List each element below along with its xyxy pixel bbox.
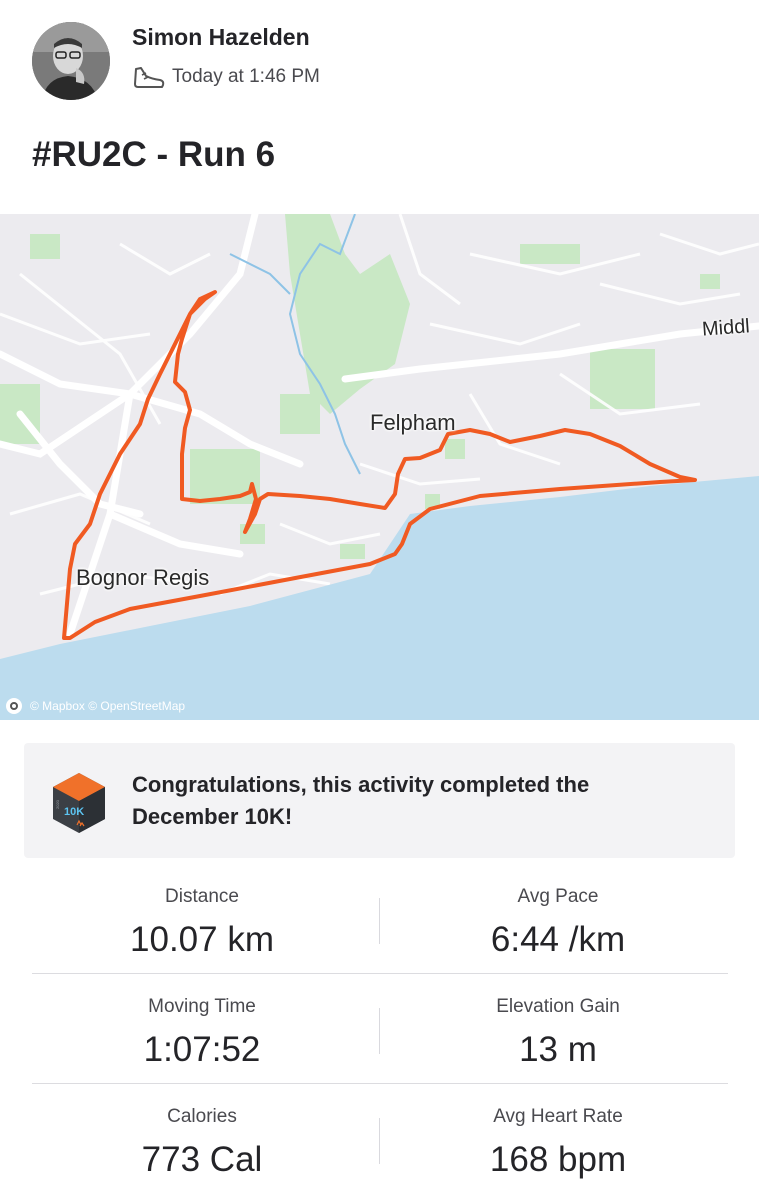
stat-divider (379, 1008, 380, 1054)
route-map[interactable]: Felpham Bognor Regis Middl © Mapbox © Op… (0, 214, 759, 720)
badge-year: 2020 (55, 799, 60, 809)
avatar-photo (32, 22, 110, 100)
achievement-banner[interactable]: 10K 2020 Congratulations, this activity … (24, 743, 735, 858)
stat-distance: Distance 10.07 km (32, 884, 372, 960)
stat-label: Elevation Gain (496, 996, 620, 1017)
map-label-road: Middl (701, 315, 751, 341)
challenge-badge-icon: 10K 2020 (53, 773, 105, 833)
stat-value: 13 m (519, 1030, 597, 1069)
stat-calories: Calories 773 Cal (32, 1104, 372, 1180)
attribution-text: © Mapbox © OpenStreetMap (30, 699, 186, 713)
map-attribution[interactable]: © Mapbox © OpenStreetMap (6, 698, 185, 714)
shoe-icon (134, 67, 165, 88)
stat-row-divider (32, 1083, 728, 1084)
activity-title[interactable]: #RU2C - Run 6 (32, 135, 275, 175)
stat-divider (379, 1118, 380, 1164)
stat-row-divider (32, 973, 728, 974)
stat-value: 168 bpm (489, 1140, 627, 1179)
activity-timestamp: Today at 1:46 PM (172, 66, 320, 87)
stat-elevation-gain: Elevation Gain 13 m (388, 994, 728, 1070)
map-label-bognor-regis: Bognor Regis (76, 565, 210, 590)
stat-label: Calories (167, 1106, 237, 1127)
map-canvas (0, 214, 759, 720)
mapbox-logo-icon[interactable] (6, 698, 22, 714)
achievement-text: Congratulations, this activity completed… (132, 772, 590, 829)
stat-label: Avg Pace (517, 886, 599, 907)
stat-value: 773 Cal (141, 1140, 263, 1179)
stat-label: Avg Heart Rate (493, 1106, 623, 1127)
stat-label: Moving Time (148, 996, 256, 1017)
stat-value: 1:07:52 (143, 1030, 261, 1069)
athlete-name[interactable]: Simon Hazelden (132, 24, 310, 51)
stat-avg-heart-rate: Avg Heart Rate 168 bpm (388, 1104, 728, 1180)
stat-moving-time: Moving Time 1:07:52 (32, 994, 372, 1070)
activity-meta: Today at 1:46 PM (132, 62, 320, 92)
stat-avg-pace: Avg Pace 6:44 /km (388, 884, 728, 960)
stat-divider (379, 898, 380, 944)
badge-label: 10K (64, 806, 84, 818)
activity-header: Simon Hazelden Today at 1:46 PM (0, 0, 759, 120)
avatar[interactable] (32, 22, 110, 100)
stat-value: 6:44 /km (490, 920, 626, 959)
stat-label: Distance (165, 886, 239, 907)
map-label-felpham: Felpham (370, 410, 456, 435)
stat-value: 10.07 km (130, 920, 274, 959)
